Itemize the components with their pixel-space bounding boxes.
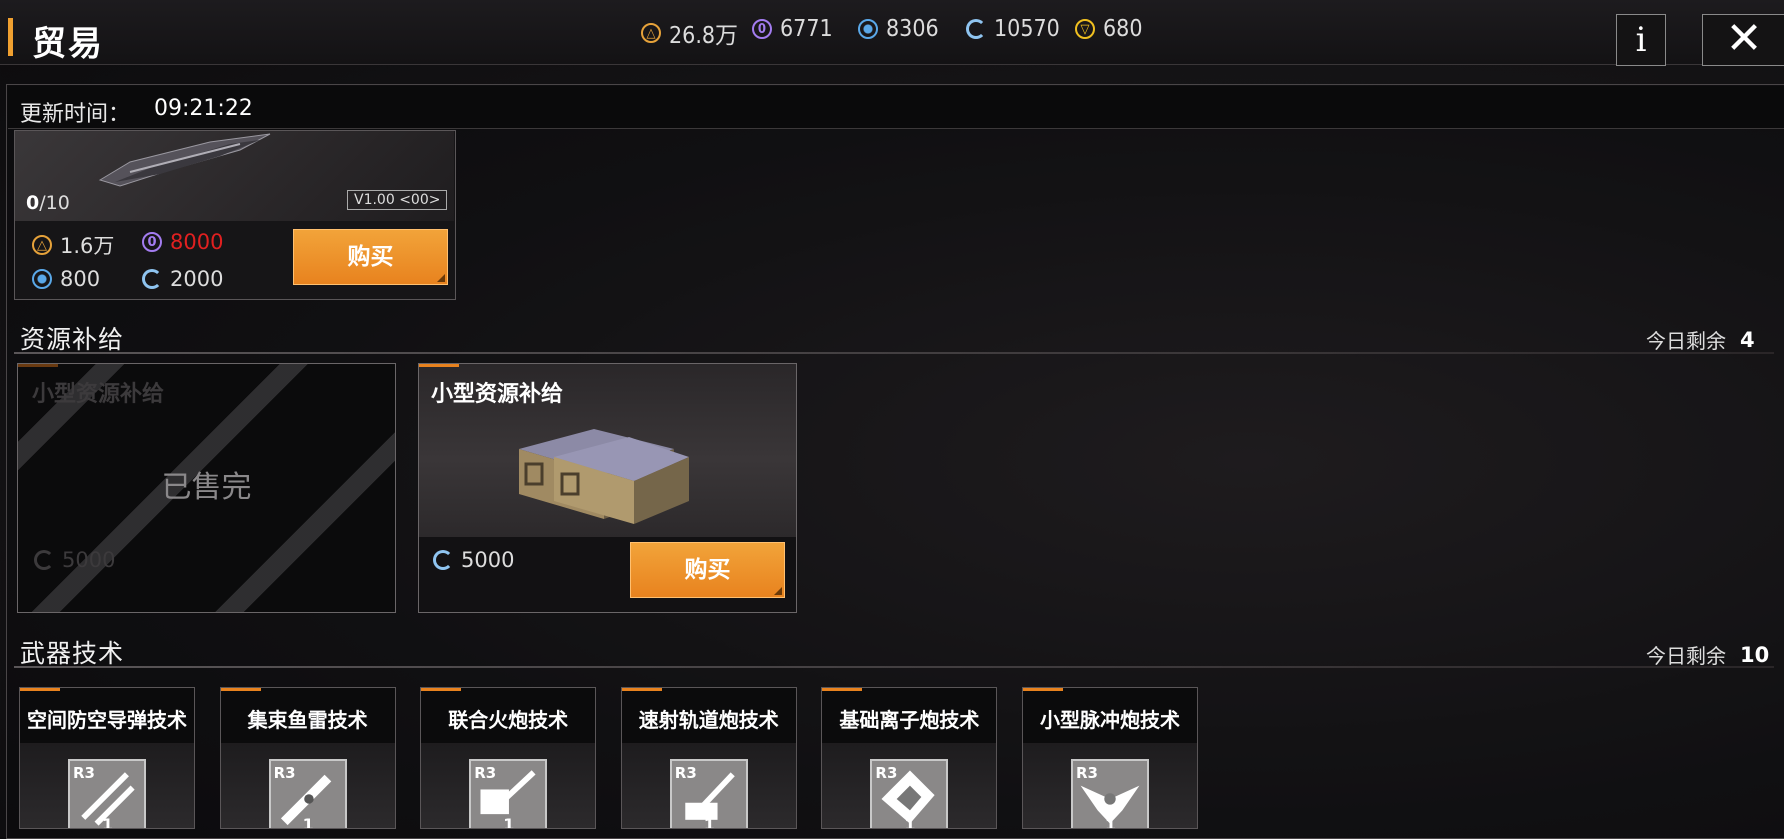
refresh-bar	[8, 86, 1784, 129]
weapon-card[interactable]: 小型脉冲炮技术 R3 1	[1022, 687, 1198, 829]
weapon-name: 基础离子炮技术	[839, 708, 980, 732]
count-label: 1	[904, 815, 916, 829]
weapon-tech-icon: R3 1	[469, 759, 548, 829]
featured-buy-button[interactable]: 购买	[293, 229, 448, 285]
weapon-card[interactable]: 集束鱼雷技术 R3 1	[219, 687, 396, 829]
card-price: 5000	[433, 548, 514, 572]
purple-coin-icon: 0	[752, 19, 772, 39]
rank-label: R3	[1076, 764, 1098, 782]
blue-orb-icon	[32, 269, 52, 289]
cycle-icon	[34, 550, 54, 570]
purple-coin-icon: 0	[142, 232, 162, 252]
resource-buy-button[interactable]: 购买	[630, 542, 785, 598]
yellow-coin-icon: ▽	[1075, 19, 1095, 39]
card-tab	[20, 688, 60, 691]
count-label: 1	[302, 815, 314, 829]
resource-remaining: 今日剩余 4	[1646, 327, 1755, 354]
currency-cycle: 10570	[966, 16, 1060, 42]
resource-card-sold-out: 小型资源补给 已售完 5000	[17, 363, 396, 613]
rank-label: R3	[474, 764, 497, 782]
rank-label: R3	[273, 764, 296, 782]
triangle-coin-icon: △	[32, 235, 52, 255]
card-price: 5000	[34, 548, 115, 572]
card-tab	[18, 364, 58, 367]
weapon-section-title: 武器技术	[20, 639, 125, 668]
card-title: 小型资源补给	[431, 382, 564, 407]
cycle-icon	[966, 19, 986, 39]
currency-value: 6771	[780, 16, 833, 42]
weapon-remaining: 今日剩余 10	[1646, 642, 1770, 669]
weapon-name: 联合火炮技术	[448, 708, 569, 732]
weapon-name: 速射轨道炮技术	[638, 708, 779, 732]
price-triangle: △ 1.6万	[32, 230, 114, 260]
page-title: 贸易	[32, 24, 104, 64]
resource-section-title: 资源补给	[20, 325, 125, 354]
count-label: 1	[503, 815, 515, 829]
currency-triangle: △ 26.8万	[641, 16, 738, 50]
weapon-tech-icon: R3 1	[1071, 759, 1149, 829]
currency-value: 10570	[994, 16, 1060, 42]
count-label: 1	[703, 815, 715, 829]
version-label: V1.00 <00>	[347, 190, 448, 210]
rank-label: R3	[875, 764, 898, 782]
info-button[interactable]: i	[1616, 14, 1666, 66]
card-tab	[822, 688, 863, 691]
weapon-tech-icon: R3 1	[68, 759, 146, 829]
cycle-icon	[433, 550, 453, 570]
price-cycle: 2000	[142, 267, 223, 291]
count-label: 1	[102, 815, 114, 829]
owned-count: 0/10	[26, 192, 70, 214]
title-accent-bar	[8, 18, 13, 56]
rank-label: R3	[73, 764, 95, 782]
price-purple: 0 8000	[142, 230, 223, 254]
card-tab	[421, 688, 462, 691]
refresh-label: 更新时间：	[20, 102, 131, 127]
weapon-card[interactable]: 联合火炮技术 R3 1	[420, 687, 597, 829]
currency-value: 680	[1103, 16, 1143, 42]
currency-blue: 8306	[858, 16, 939, 42]
rank-label: R3	[674, 764, 697, 782]
price-blue: 800	[32, 267, 100, 291]
blue-orb-icon	[858, 19, 878, 39]
weapon-card[interactable]: 基础离子炮技术 R3 1	[821, 687, 998, 829]
weapon-tech-icon: R3 1	[268, 759, 347, 829]
card-tab	[220, 688, 261, 691]
close-icon: ✕	[1725, 13, 1763, 64]
weapon-tech-icon: R3 1	[870, 759, 949, 829]
section-divider	[14, 666, 1774, 668]
currency-value: 26.8万	[669, 23, 739, 49]
weapon-card[interactable]: 速射轨道炮技术 R3 1	[620, 687, 797, 829]
card-tab	[1023, 688, 1063, 691]
card-title: 小型资源补给	[32, 382, 165, 407]
currency-yellow: ▽ 680	[1075, 16, 1143, 42]
weapon-card[interactable]: 空间防空导弹技术 R3 1	[19, 687, 195, 829]
close-button[interactable]: ✕	[1702, 14, 1784, 66]
count-label: 1	[1105, 815, 1117, 829]
triangle-coin-icon: △	[641, 23, 661, 43]
section-divider	[14, 352, 1774, 354]
weapon-name: 集束鱼雷技术	[247, 708, 368, 732]
currency-value: 8306	[886, 16, 939, 42]
card-tab	[621, 688, 662, 691]
weapon-tech-icon: R3 1	[669, 759, 748, 829]
currency-purple: 0 6771	[752, 16, 833, 42]
cycle-icon	[142, 269, 162, 289]
sold-out-label: 已售完	[161, 470, 252, 505]
weapon-name: 小型脉冲炮技术	[1040, 708, 1180, 732]
card-tab	[419, 364, 459, 367]
refresh-time: 09:21:22	[154, 96, 253, 121]
resource-card: 小型资源补给 5000 购买	[418, 363, 797, 613]
ship-image	[98, 133, 271, 187]
weapon-name: 空间防空导弹技术	[27, 708, 187, 732]
supply-crate-image	[519, 429, 689, 524]
